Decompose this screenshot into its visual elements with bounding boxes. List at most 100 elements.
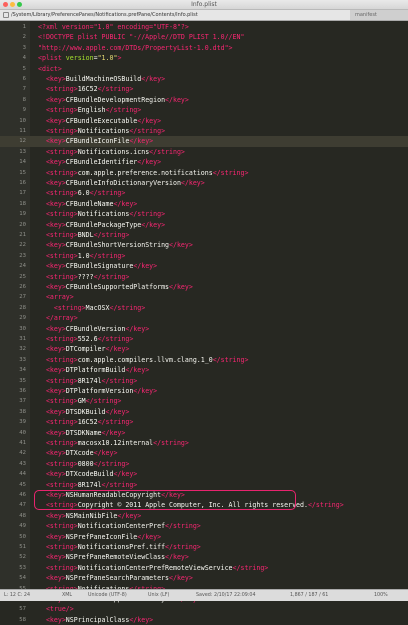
document-icon <box>3 11 9 18</box>
code-line[interactable]: 9 <string>English</string> <box>0 105 408 115</box>
line-number: 19 <box>19 211 26 218</box>
code-text: <string>552.6</string> <box>38 335 134 343</box>
code-line[interactable]: 11 <string>Notifications</string> <box>0 126 408 136</box>
code-text: <key>DTCompiler</key> <box>38 345 130 354</box>
encoding-selector[interactable]: Unicode (UTF-8) <box>88 590 127 601</box>
line-number: 32 <box>19 346 26 353</box>
line-number: 3 <box>22 44 26 51</box>
code-line[interactable]: 57 <true/> <box>0 604 408 614</box>
line-number: 52 <box>19 554 26 561</box>
code-text: <key>DTPlatformVersion</key> <box>38 387 158 395</box>
code-text: <key>CFBundleShortVersionString</key> <box>38 241 193 250</box>
line-number: 26 <box>19 284 26 290</box>
zoom-level[interactable]: 100% <box>374 590 388 601</box>
cursor-position: L: 12 C: 24 <box>4 593 31 598</box>
line-number: 20 <box>19 221 26 228</box>
code-line[interactable]: 36 <key>DTPlatformVersion</key> <box>0 386 408 396</box>
tab-label: /System/Library/PreferencePanes/Notifica… <box>11 12 198 18</box>
code-text: <string>com.apple.compilers.llvm.clang.1… <box>38 355 249 364</box>
code-text: <key>NSPrefPaneRemoteViewClass</key> <box>38 553 189 562</box>
code-line[interactable]: 48 <key>NSMainNibFile</key> <box>0 511 408 521</box>
code-line[interactable]: 12 <key>CFBundleIconFile</key> <box>0 136 408 147</box>
code-text: <string>MacOSX</string> <box>38 303 146 312</box>
code-line[interactable]: 37 <string>GM</string> <box>0 396 408 406</box>
code-line[interactable]: 27 <array> <box>0 292 408 302</box>
code-line[interactable]: 17 <string>6.0</string> <box>0 188 408 198</box>
tab-manifest[interactable]: manifest <box>352 10 408 20</box>
code-line[interactable]: 26 <key>CFBundleSupportedPlatforms</key> <box>0 282 408 292</box>
code-text: <key>CFBundlePackageType</key> <box>38 220 166 229</box>
code-line[interactable]: 28 <string>MacOSX</string> <box>0 303 408 313</box>
code-line[interactable]: 18 <key>CFBundleName</key> <box>0 199 408 209</box>
code-text: <key>DTPlatformBuild</key> <box>38 366 150 375</box>
code-line[interactable]: 54 <key>NSPrefPaneSearchParameters</key> <box>0 573 408 583</box>
code-line[interactable]: 58 <key>NSPrincipalClass</key> <box>0 615 408 625</box>
code-line[interactable]: 25 <string>????</string> <box>0 272 408 282</box>
code-text: <plist version="1.0"> <box>38 54 122 63</box>
code-text: <key>DTXcodeBuild</key> <box>38 470 138 479</box>
code-line[interactable]: 21 <string>BNDL</string> <box>0 230 408 240</box>
code-line[interactable]: 15 <string>com.apple.preference.notifica… <box>0 168 408 178</box>
code-line[interactable]: 42 <key>DTXcode</key> <box>0 448 408 458</box>
code-text: <key>CFBundleInfoDictionaryVersion</key> <box>38 179 205 187</box>
line-number: 38 <box>19 408 26 415</box>
code-line[interactable]: 5 <dict> <box>0 64 408 74</box>
code-line[interactable]: 20 <key>CFBundlePackageType</key> <box>0 220 408 230</box>
code-text: <?xml version="1.0" encoding="UTF-8"?> <box>38 23 189 31</box>
code-line[interactable]: 6 <key>BuildMachineOSBuild</key> <box>0 74 408 84</box>
line-number: 10 <box>19 117 26 124</box>
title-bar: Info.plist <box>0 0 408 10</box>
line-endings-selector[interactable]: Unix (LF) <box>148 590 169 601</box>
code-line[interactable]: 29 </array> <box>0 313 408 323</box>
code-line[interactable]: 41 <string>macosx10.12internal</string> <box>0 438 408 448</box>
code-line[interactable]: 38 <key>DTSDKBuild</key> <box>0 407 408 417</box>
code-line[interactable]: 32 <key>DTCompiler</key> <box>0 344 408 354</box>
code-line[interactable]: 7 <string>16C52</string> <box>0 84 408 94</box>
code-line[interactable]: 30 <key>CFBundleVersion</key> <box>0 324 408 334</box>
code-line[interactable]: 52 <key>NSPrefPaneRemoteViewClass</key> <box>0 552 408 562</box>
code-line[interactable]: 45 <string>8R174l</string> <box>0 480 408 490</box>
code-line[interactable]: 31 <string>552.6</string> <box>0 334 408 344</box>
code-text: <string>macosx10.12internal</string> <box>38 439 189 447</box>
code-line[interactable]: 3 "http://www.apple.com/DTDs/PropertyList… <box>0 43 408 53</box>
code-line[interactable]: 39 <string>16C52</string> <box>0 417 408 427</box>
code-line[interactable]: 40 <key>DTSDKName</key> <box>0 428 408 438</box>
code-line[interactable]: 49 <string>NotificationCenterPref</strin… <box>0 521 408 531</box>
tab-info-plist[interactable]: /System/Library/PreferencePanes/Notifica… <box>0 10 350 20</box>
code-editor[interactable]: 1 <?xml version="1.0" encoding="UTF-8"?> 2… <box>0 21 408 624</box>
code-text: <string>GM</string> <box>38 397 122 406</box>
line-number: 8 <box>22 96 26 103</box>
code-line[interactable]: 44 <key>DTXcodeBuild</key> <box>0 469 408 479</box>
code-line[interactable]: 23 <string>1.0</string> <box>0 251 408 261</box>
code-text: <key>CFBundleVersion</key> <box>38 324 150 333</box>
line-number: 24 <box>19 263 26 270</box>
code-line[interactable]: 14 <key>CFBundleIdentifier</key> <box>0 157 408 167</box>
code-line[interactable]: 8 <key>CFBundleDevelopmentRegion</key> <box>0 95 408 105</box>
code-line[interactable]: 33 <string>com.apple.compilers.llvm.clan… <box>0 355 408 365</box>
code-line[interactable]: 13 <string>Notifications.icns</string> <box>0 147 408 157</box>
line-number: 47 <box>19 502 26 509</box>
code-text: <key>NSMainNibFile</key> <box>38 511 142 520</box>
code-line[interactable]: 1 <?xml version="1.0" encoding="UTF-8"?> <box>0 22 408 32</box>
code-line[interactable]: 2 <!DOCTYPE plist PUBLIC "-//Apple//DTD P… <box>0 32 408 42</box>
code-line[interactable]: 19 <string>Notifications</string> <box>0 209 408 219</box>
code-line[interactable]: 24 <key>CFBundleSignature</key> <box>0 261 408 271</box>
line-number: 22 <box>19 242 26 249</box>
code-line[interactable]: 22 <key>CFBundleShortVersionString</key> <box>0 240 408 250</box>
syntax-mode-selector[interactable]: XML <box>62 590 72 601</box>
code-line[interactable]: 51 <string>NotificationsPref.tiff</strin… <box>0 542 408 552</box>
code-line[interactable]: 53 <string>NotificationCenterPrefRemoteV… <box>0 563 408 573</box>
code-line[interactable]: 35 <string>8R174l</string> <box>0 376 408 386</box>
code-text: <array> <box>38 293 74 302</box>
line-number: 15 <box>19 169 26 176</box>
code-text: <string>6.0</string> <box>38 189 126 198</box>
code-line[interactable]: 16 <key>CFBundleInfoDictionaryVersion</k… <box>0 178 408 188</box>
code-line[interactable]: 43 <string>0800</string> <box>0 459 408 469</box>
line-number: 28 <box>19 304 26 311</box>
line-number: 11 <box>19 128 26 134</box>
code-line[interactable]: 4 <plist version="1.0"> <box>0 53 408 63</box>
code-line[interactable]: 50 <key>NSPrefPaneIconFile</key> <box>0 532 408 542</box>
code-line[interactable]: 10 <key>CFBundleExecutable</key> <box>0 116 408 126</box>
line-number: 18 <box>19 200 26 207</box>
code-line[interactable]: 34 <key>DTPlatformBuild</key> <box>0 365 408 375</box>
